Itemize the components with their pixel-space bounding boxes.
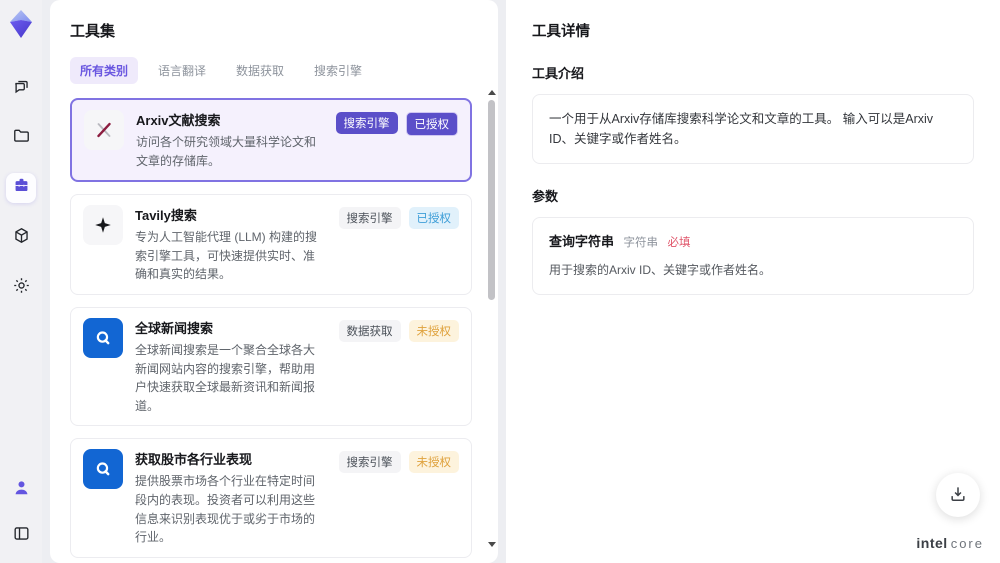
- cube-icon: [12, 226, 31, 250]
- param-required-badge: 必填: [667, 237, 691, 249]
- sidebar-item-settings[interactable]: [6, 273, 36, 303]
- folder-icon: [12, 126, 31, 150]
- tool-name: 获取股市各行业表现: [135, 452, 253, 468]
- param-name: 查询字符串: [549, 234, 615, 249]
- download-icon: [948, 484, 968, 507]
- tool-description: 全球新闻搜索是一个聚合全球各大新闻网站内容的搜索引擎，帮助用户快速获取全球最新资…: [135, 342, 316, 413]
- category-tab[interactable]: 所有类别: [70, 57, 139, 84]
- param-description: 用于搜索的Arxiv ID、关键字或作者姓名。: [549, 262, 772, 277]
- arxiv-icon: [84, 110, 124, 150]
- tool-category-tag: 搜索引擎: [338, 207, 401, 230]
- param-box: 查询字符串 字符串 必填 用于搜索的Arxiv ID、关键字或作者姓名。: [532, 217, 974, 295]
- param-type: 字符串: [623, 237, 659, 249]
- intro-box: 一个用于从Arxiv存储库搜索科学论文和文章的工具。 输入可以是Arxiv ID…: [532, 94, 974, 164]
- tool-category-tag: 搜索引擎: [335, 112, 398, 134]
- tool-details-panel: 工具详情 工具介绍 一个用于从Arxiv存储库搜索科学论文和文章的工具。 输入可…: [506, 0, 1000, 563]
- tool-list: Arxiv文献搜索 访问各个研究领域大量科学论文和文章的存储库。 搜索引擎 已授…: [70, 98, 490, 560]
- tool-status-badge: 未授权: [408, 319, 459, 342]
- scrollbar-thumb[interactable]: [488, 100, 495, 300]
- tool-description: 专为人工智能代理 (LLM) 构建的搜索引擎工具，可快速提供实时、准确和真实的结…: [135, 230, 318, 282]
- brand-core: core: [950, 536, 984, 551]
- stock-blue-icon: [83, 449, 123, 490]
- gear-icon: [12, 276, 31, 300]
- category-tabs: 所有类别 语言翻译 数据获取 搜索引擎: [70, 57, 490, 84]
- sidebar-item-panel-toggle[interactable]: [6, 521, 36, 551]
- tool-name: Tavily搜索: [135, 208, 197, 224]
- tool-description: 提供股票市场各个行业在特定时间段内的表现。投资者可以利用这些信息来识别表现优于或…: [135, 474, 316, 545]
- tool-card[interactable]: Tavily搜索 专为人工智能代理 (LLM) 构建的搜索引擎工具，可快速提供实…: [70, 194, 472, 295]
- download-button[interactable]: [936, 473, 980, 517]
- news-blue-icon: [83, 317, 123, 358]
- tool-category-tag: 搜索引擎: [338, 451, 401, 474]
- tool-card[interactable]: 获取股市各行业表现 提供股票市场各个行业在特定时间段内的表现。投资者可以利用这些…: [70, 438, 472, 558]
- params-heading: 参数: [532, 189, 559, 204]
- scrollbar: [487, 88, 496, 549]
- tool-tags: 数据获取 未授权: [338, 318, 459, 415]
- tool-status-badge: 已授权: [405, 112, 458, 136]
- toolbox-icon: [12, 176, 31, 200]
- tool-status-badge: 已授权: [408, 207, 459, 230]
- panel-toggle-icon: [12, 524, 31, 548]
- sidebar-bottom-nav: [6, 475, 36, 551]
- intro-heading: 工具介绍: [532, 66, 585, 81]
- tool-card[interactable]: Arxiv文献搜索 访问各个研究领域大量科学论文和文章的存储库。 搜索引擎 已授…: [70, 98, 472, 183]
- brand-intel: intel: [916, 535, 948, 551]
- tool-tags: 搜索引擎 已授权: [338, 205, 459, 284]
- tool-card[interactable]: 全球新闻搜索 全球新闻搜索是一个聚合全球各大新闻网站内容的搜索引擎，帮助用户快速…: [70, 306, 472, 427]
- app-logo-icon: [7, 9, 35, 39]
- scroll-down-arrow[interactable]: [488, 542, 496, 547]
- tool-status-badge: 未授权: [408, 451, 459, 474]
- tavily-icon: [83, 205, 123, 246]
- tool-name: Arxiv文献搜索: [136, 113, 221, 128]
- sidebar-item-files[interactable]: [6, 123, 36, 153]
- tool-description: 访问各个研究领域大量科学论文和文章的存储库。: [136, 135, 317, 168]
- user-icon: [12, 478, 31, 502]
- app-sidebar: [0, 0, 42, 563]
- sidebar-item-account[interactable]: [6, 475, 36, 505]
- page-title: 工具集: [70, 23, 116, 40]
- intro-text: 一个用于从Arxiv存储库搜索科学论文和文章的工具。 输入可以是Arxiv ID…: [549, 112, 934, 146]
- tool-tags: 搜索引擎 未授权: [338, 449, 459, 546]
- tools-panel: 工具集 所有类别 语言翻译 数据获取 搜索引擎 Arxiv文献搜索 访问各个研究领域大…: [50, 0, 498, 563]
- sidebar-item-chat[interactable]: [6, 73, 36, 103]
- sidebar-nav: [6, 73, 36, 303]
- category-tab[interactable]: 数据获取: [226, 57, 294, 84]
- tool-category-tag: 数据获取: [338, 319, 401, 342]
- tool-tags: 搜索引擎 已授权: [335, 110, 458, 170]
- intel-core-logo: intel core: [916, 535, 984, 551]
- category-tab[interactable]: 搜索引擎: [304, 57, 372, 84]
- tool-name: 全球新闻搜索: [135, 320, 214, 336]
- scroll-up-arrow[interactable]: [488, 90, 496, 95]
- chat-icon: [12, 76, 31, 100]
- details-title: 工具详情: [532, 24, 590, 40]
- category-tab[interactable]: 语言翻译: [148, 57, 216, 84]
- sidebar-item-packages[interactable]: [6, 223, 36, 253]
- sidebar-item-tools[interactable]: [6, 173, 36, 203]
